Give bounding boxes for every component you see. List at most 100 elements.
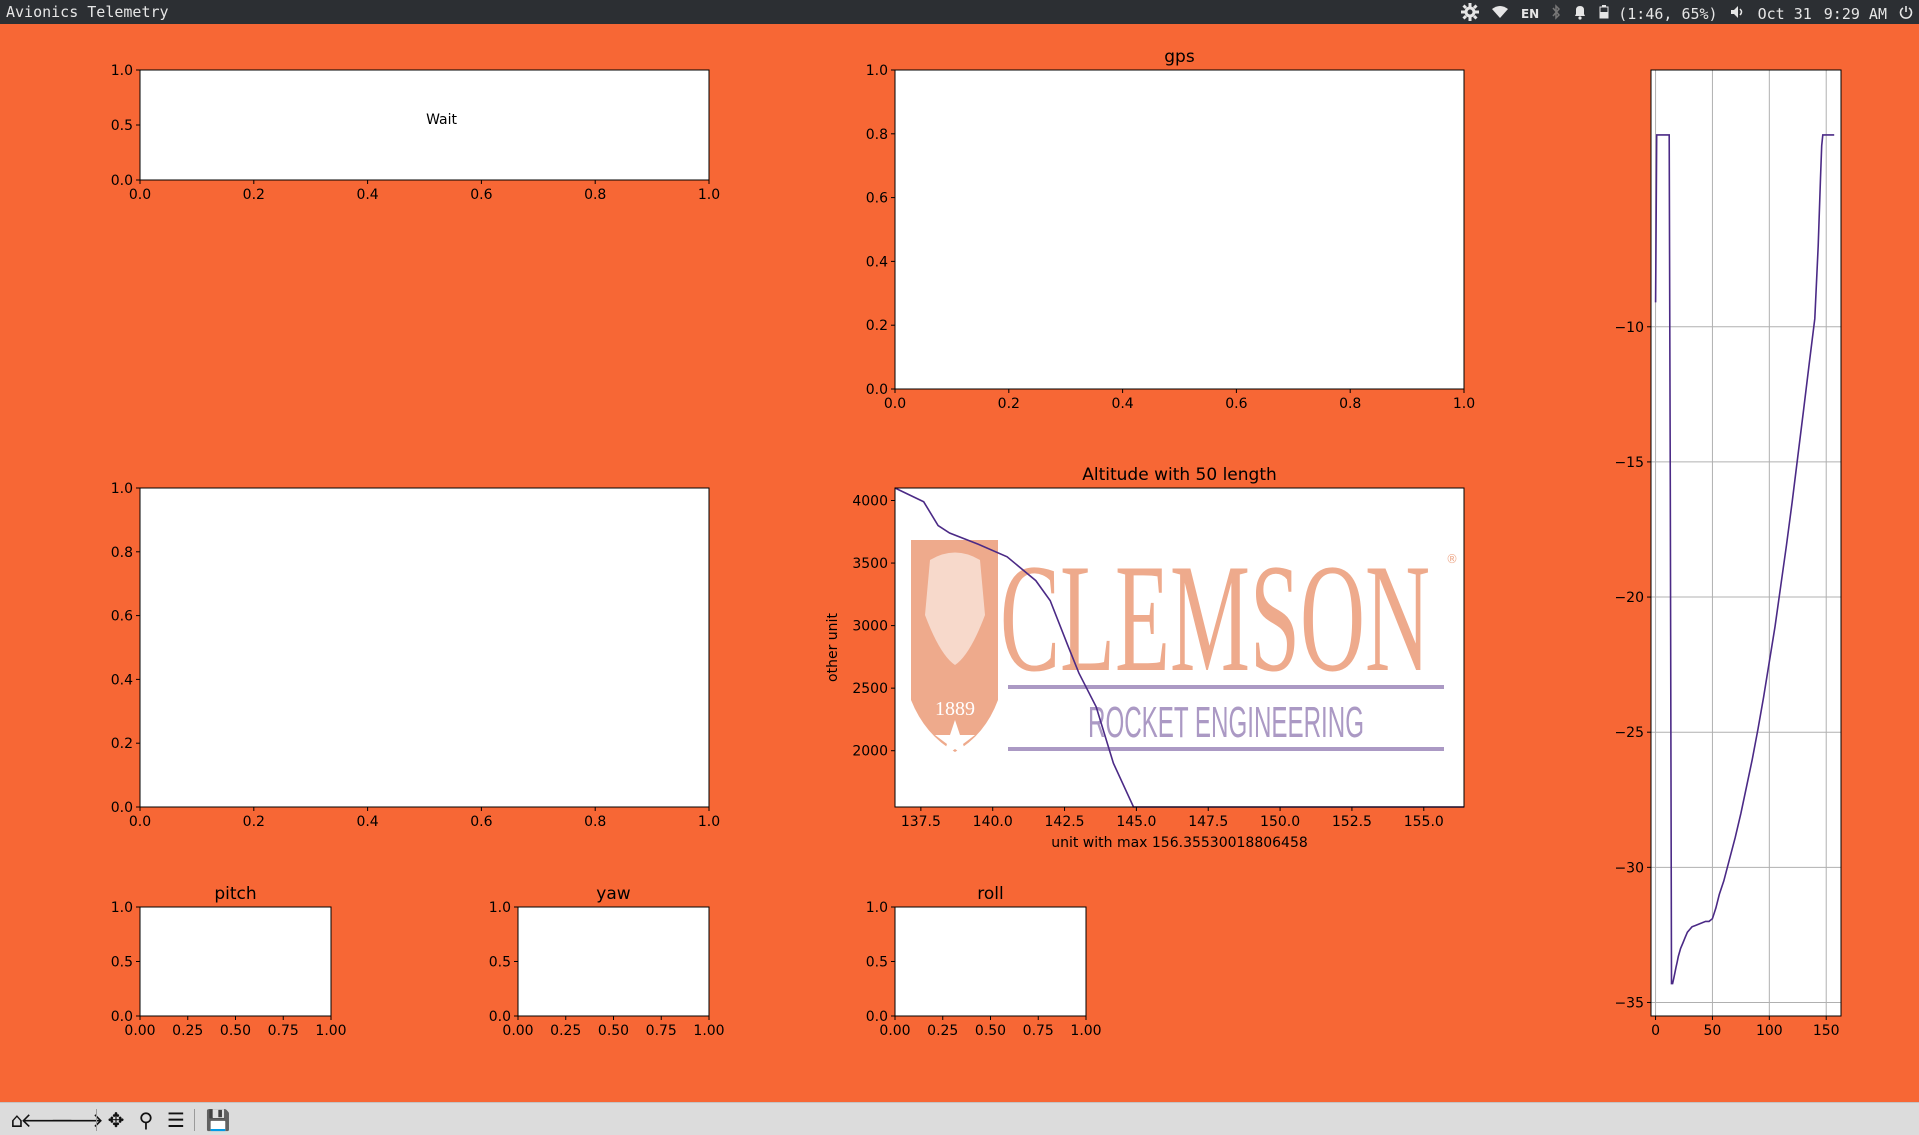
- y-tick-label: 0.0: [489, 1009, 511, 1025]
- y-axis-label: other unit: [825, 613, 841, 682]
- x-tick-label: 137.5: [901, 814, 941, 830]
- system-top-bar: Avionics Telemetry EN (1:46, 65%) Oct 31…: [0, 0, 1919, 24]
- x-tick-label: 0.00: [124, 1023, 155, 1039]
- chart-title: Altitude with 50 length: [1082, 465, 1277, 485]
- chart-mid-left[interactable]: 0.0 0.2 0.4 0.6 0.8 1.0 0.0 0.2 0.4 0.6 0.8 1.0: [111, 481, 720, 830]
- battery-status[interactable]: (1:46, 65%): [1599, 5, 1718, 23]
- logo-registered-mark: ®: [1446, 552, 1458, 566]
- volume-icon[interactable]: [1730, 5, 1746, 23]
- x-tick-label: 1.0: [698, 187, 720, 203]
- y-tick-label: 0.0: [111, 1009, 133, 1025]
- y-tick-label: 4000: [852, 494, 888, 510]
- x-tick-label: 0.8: [584, 187, 606, 203]
- x-tick-label: 0.6: [470, 187, 492, 203]
- y-tick-label: 0.0: [866, 1009, 888, 1025]
- x-tick-label: 140.0: [973, 814, 1013, 830]
- y-tick-label: 0.6: [111, 609, 133, 625]
- chart-gps[interactable]: 0.0 0.2 0.4 0.6 0.8 1.0 0.0 0.2 0.4 0.6 0.8 1.0 gps: [866, 47, 1475, 412]
- y-tick-label: 0.4: [111, 672, 133, 688]
- plot-area[interactable]: [518, 907, 709, 1016]
- y-tick-label: 3500: [852, 556, 888, 572]
- y-tick-label: −10: [1614, 320, 1644, 336]
- bluetooth-icon[interactable]: [1551, 4, 1561, 24]
- x-tick-label: 0.0: [129, 187, 151, 203]
- plot-area[interactable]: [140, 488, 709, 807]
- x-tick-label: 142.5: [1045, 814, 1085, 830]
- figure-canvas[interactable]: 0.0 0.2 0.4 0.6 0.8 1.0 0.0 0.5 1.0 Wait 0.0 0.2 0.4…: [0, 24, 1919, 1102]
- gear-icon[interactable]: [1460, 3, 1479, 25]
- date[interactable]: Oct 31: [1758, 5, 1812, 23]
- plot-area[interactable]: [895, 907, 1086, 1016]
- window-title: Avionics Telemetry: [6, 3, 169, 21]
- x-tick-label: 0.75: [646, 1023, 677, 1039]
- y-tick-label: 1.0: [111, 63, 133, 79]
- x-tick-label: 155.0: [1404, 814, 1444, 830]
- plot-area[interactable]: [1651, 70, 1841, 1016]
- chart-yaw[interactable]: 0.00 0.25 0.50 0.75 1.00 0.0 0.5 1.0 yaw: [489, 884, 725, 1039]
- y-tick-label: 0.2: [111, 736, 133, 752]
- chart-roll[interactable]: 0.00 0.25 0.50 0.75 1.00 0.0 0.5 1.0 roll: [866, 884, 1102, 1039]
- forward-arrow-icon[interactable]: 🡒: [50, 1108, 104, 1132]
- x-tick-label: 0.00: [502, 1023, 533, 1039]
- plot-area[interactable]: [140, 907, 331, 1016]
- x-tick-label: 0.75: [268, 1023, 299, 1039]
- power-icon[interactable]: [1899, 5, 1913, 23]
- x-tick-label: 0: [1651, 1023, 1660, 1039]
- x-tick-label: 150.0: [1260, 814, 1300, 830]
- x-tick-label: 1.00: [1070, 1023, 1101, 1039]
- y-tick-label: 0.5: [111, 955, 133, 971]
- keyboard-layout[interactable]: EN: [1521, 7, 1539, 21]
- y-tick-label: 1.0: [111, 481, 133, 497]
- configure-subplots-icon[interactable]: ☰: [163, 1108, 189, 1132]
- x-tick-label: 0.50: [598, 1023, 629, 1039]
- y-tick-label: 0.5: [111, 118, 133, 134]
- wifi-icon[interactable]: [1491, 5, 1509, 23]
- x-tick-label: 0.25: [550, 1023, 581, 1039]
- x-tick-label: 0.4: [1111, 396, 1133, 412]
- pan-icon[interactable]: ✥: [103, 1108, 129, 1132]
- logo-rule-top: [1008, 685, 1444, 689]
- x-tick-label: 0.25: [172, 1023, 203, 1039]
- chart-side[interactable]: 0 50 100 150 −35 −30 −25 −20 −15 −10: [1614, 69, 1842, 1039]
- x-tick-label: 0.6: [1225, 396, 1247, 412]
- x-tick-label: 0.0: [884, 396, 906, 412]
- plot-area[interactable]: [140, 70, 709, 180]
- save-icon[interactable]: 💾: [205, 1108, 231, 1132]
- y-tick-label: 0.5: [866, 955, 888, 971]
- y-tick-label: −35: [1614, 995, 1644, 1011]
- x-tick-label: 1.0: [698, 814, 720, 830]
- y-tick-label: 0.0: [111, 800, 133, 816]
- battery-text: (1:46, 65%): [1618, 5, 1718, 23]
- x-tick-label: 145.0: [1116, 814, 1156, 830]
- logo-rule-bottom: [1008, 747, 1444, 751]
- bell-icon[interactable]: [1573, 4, 1587, 24]
- chart-title: roll: [977, 884, 1003, 904]
- chart-altitude[interactable]: 1889 CLEMSON ® ROCKET ENGINEERING 137.5 140.0…: [825, 465, 1465, 851]
- y-tick-label: 0.4: [866, 254, 888, 270]
- y-tick-label: 0.2: [866, 318, 888, 334]
- y-tick-label: 2500: [852, 681, 888, 697]
- y-tick-label: 2000: [852, 744, 888, 760]
- x-tick-label: 0.2: [998, 396, 1020, 412]
- y-tick-label: −15: [1614, 455, 1644, 471]
- chart-pitch[interactable]: 0.00 0.25 0.50 0.75 1.00 0.0 0.5 1.0 pitch: [111, 884, 347, 1039]
- x-axis-label: unit with max 156.35530018806458: [1051, 835, 1308, 851]
- x-tick-label: 0.4: [356, 814, 378, 830]
- x-tick-label: 0.00: [879, 1023, 910, 1039]
- zoom-icon[interactable]: ⚲: [133, 1108, 159, 1132]
- logo-subtitle: ROCKET ENGINEERING: [1088, 698, 1364, 747]
- chart-status[interactable]: 0.0 0.2 0.4 0.6 0.8 1.0 0.0 0.5 1.0 Wait: [111, 63, 720, 203]
- status-annotation: Wait: [426, 112, 457, 128]
- x-tick-label: 150: [1813, 1023, 1840, 1039]
- y-tick-label: 3000: [852, 619, 888, 635]
- y-tick-label: 0.0: [111, 173, 133, 189]
- y-tick-label: 1.0: [489, 900, 511, 916]
- x-tick-label: 0.50: [975, 1023, 1006, 1039]
- plot-area[interactable]: [895, 70, 1464, 389]
- x-tick-label: 0.0: [129, 814, 151, 830]
- logo-wordmark: CLEMSON: [1000, 532, 1430, 704]
- toolbar-separator: [96, 1109, 97, 1131]
- y-tick-label: 0.8: [866, 127, 888, 143]
- navigation-toolbar: ⌂ 🡐 🡒 ✥ ⚲ ☰ 💾: [0, 1102, 1919, 1135]
- time[interactable]: 9:29 AM: [1824, 5, 1887, 23]
